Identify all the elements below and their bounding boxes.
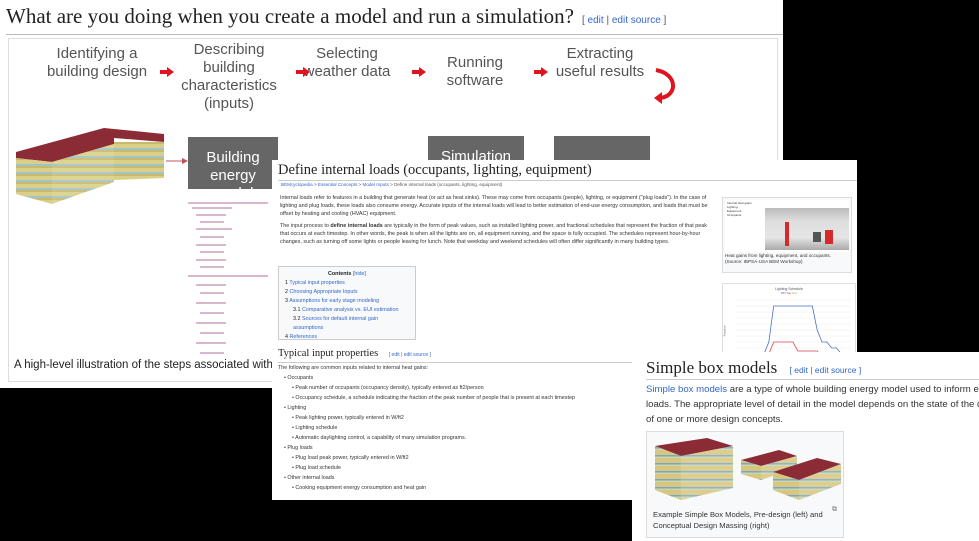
- lighting-schedule-chart: Lighting Schedule WD Sat Sun Fraction: [722, 283, 856, 363]
- toc-item[interactable]: 4 References: [285, 333, 409, 342]
- toc-item[interactable]: 2 Choosing Appropriate Inputs: [285, 288, 409, 297]
- breadcrumb-link[interactable]: Model Inputs: [363, 182, 389, 187]
- step-running-software: Running software: [446, 54, 504, 89]
- breadcrumb-link[interactable]: Essential Concepts: [318, 182, 357, 187]
- breadcrumb-link[interactable]: BEMcyclopedia: [281, 182, 313, 187]
- arrow-right-icon: [296, 67, 310, 77]
- step-describing-characteristics: Describing building characteristics (inp…: [181, 41, 277, 112]
- section-edit-link[interactable]: [ edit | edit source ]: [389, 352, 431, 358]
- edit-source-link[interactable]: edit source: [612, 15, 661, 26]
- connector-arrow-icon: [166, 158, 188, 164]
- building-model-illustration: [16, 128, 164, 204]
- box-models-figure[interactable]: Example Simple Box Models, Pre-design (l…: [646, 431, 844, 538]
- room-illustration: [765, 208, 849, 250]
- figure-caption: Heat gains from lighting, equipment, and…: [725, 253, 831, 264]
- page-title: Define internal loads (occupants, lighti…: [278, 162, 592, 178]
- enlarge-icon[interactable]: ⧉: [832, 506, 837, 514]
- box-models-illustration: [655, 438, 841, 500]
- arrow-right-icon: [412, 67, 426, 77]
- hide-toc-link[interactable]: [hide]: [353, 271, 366, 277]
- breadcrumb: BEMcyclopedia > Essential Concepts > Mod…: [281, 182, 503, 187]
- title-divider: [6, 34, 783, 35]
- step-extracting-results: Extracting useful results: [555, 45, 645, 80]
- building-energy-model-box: Building energy model: [188, 137, 278, 202]
- chart-legend: WD Sat Sun: [723, 291, 855, 295]
- arrow-right-icon: [160, 67, 174, 77]
- heat-gains-figure[interactable]: Internal heat gains Lighting Equipment O…: [722, 197, 852, 273]
- page-title: What are you doing when you create a mod…: [6, 4, 667, 28]
- input-process-paragraph: The input process to define internal loa…: [280, 222, 707, 246]
- figure-caption: Example Simple Box Models, Pre-design (l…: [653, 510, 823, 530]
- y-axis-label: Fraction: [722, 325, 727, 337]
- section-heading: Simple box models [ edit | edit source ]: [646, 358, 862, 377]
- section-edit-link[interactable]: [ edit | edit source ]: [790, 365, 862, 375]
- toc-item[interactable]: 1 Typical input properties: [285, 279, 409, 288]
- legend-item: Sun: [791, 291, 798, 295]
- arrow-right-icon: [534, 67, 548, 77]
- series-line-wd: [735, 305, 851, 358]
- legend-item: Sat: [786, 291, 792, 295]
- edit-link[interactable]: edit: [588, 15, 604, 26]
- intro-paragraph: Internal loads refer to features in a bu…: [280, 195, 708, 218]
- title-divider: [278, 180, 857, 181]
- toc-item[interactable]: 3.1 Comparative analysis vs. EUI estimat…: [285, 306, 409, 315]
- table-of-contents: Contents [hide] 1 Typical input properti…: [278, 266, 416, 340]
- step-selecting-weather: Selecting weather data: [303, 45, 391, 80]
- figure-caption: A high-level illustration of the steps a…: [14, 359, 299, 371]
- simple-box-models-link[interactable]: Simple box models: [646, 384, 727, 395]
- toc-item[interactable]: 3 Assumptions for early stage modeling: [285, 297, 409, 306]
- section-heading: Typical input properties [ edit | edit s…: [278, 348, 431, 359]
- toc-item[interactable]: 3.2 Sources for default internal gain as…: [285, 315, 409, 333]
- section-divider: [646, 379, 979, 380]
- legend-item: WD: [780, 291, 786, 295]
- step-identifying-design: Identifying a building design: [46, 45, 148, 80]
- loop-arrow-icon: [654, 68, 675, 104]
- box-models-page: Simple box models [ edit | edit source ]…: [632, 352, 979, 541]
